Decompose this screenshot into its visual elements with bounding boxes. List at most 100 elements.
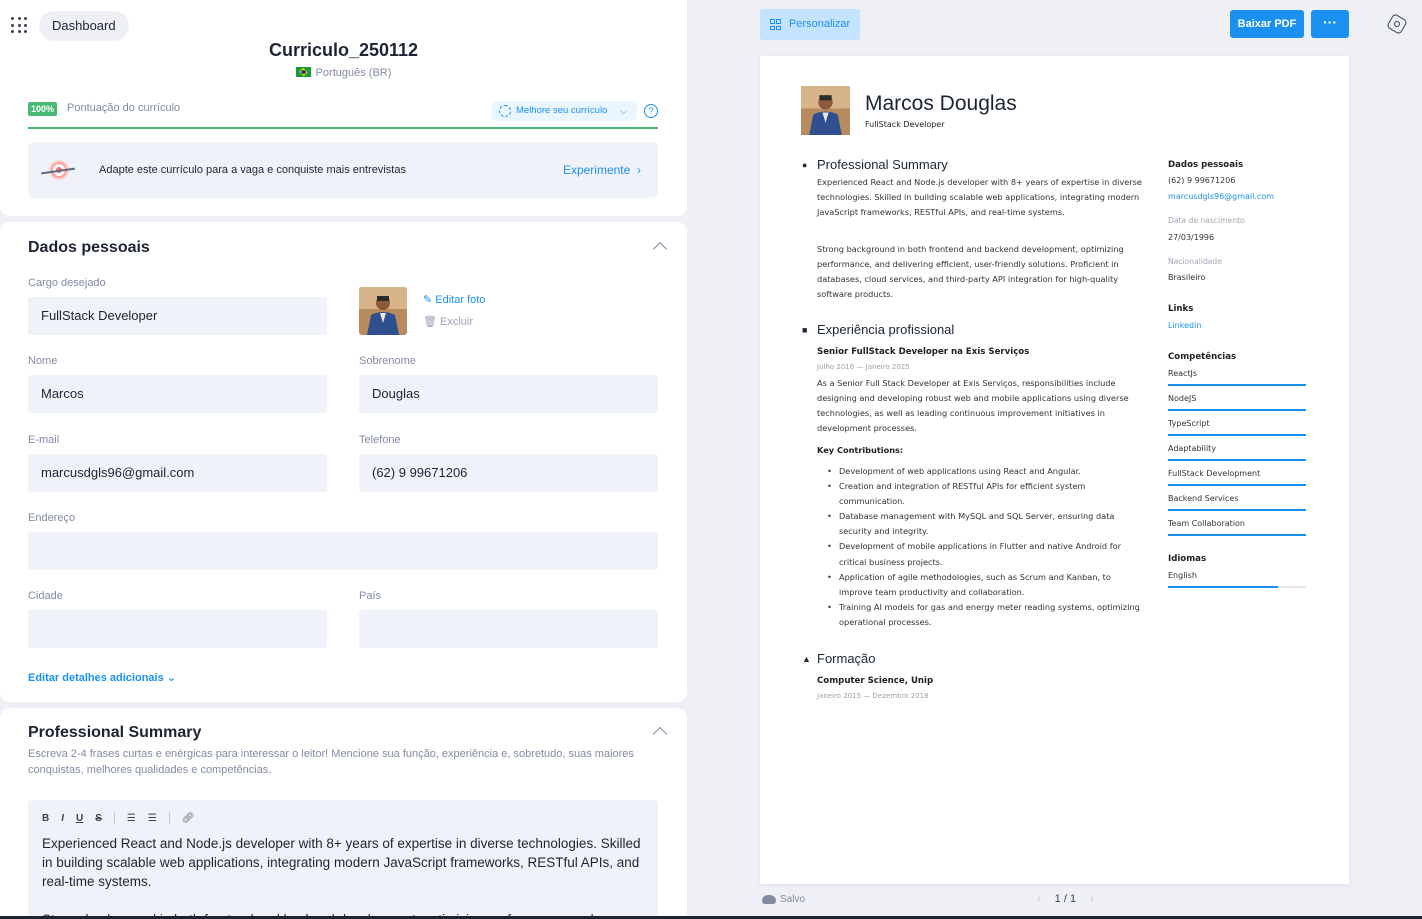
city-field[interactable]	[28, 610, 327, 648]
cv-language-item: English	[1168, 571, 1306, 588]
list-item: Application of agile methodologies, such…	[827, 570, 1145, 600]
score-label: Pontuação do currículo	[67, 102, 181, 114]
brazil-flag-icon	[295, 67, 311, 77]
summary-text-paragraph[interactable]: Experienced React and Node.js developer …	[42, 834, 642, 891]
cv-skill-level-fill	[1168, 534, 1306, 536]
cv-skill-item: ReactJs	[1168, 369, 1306, 386]
cv-experience-heading-text: Experiência profissional	[817, 322, 955, 337]
cv-skill-level-bar	[1168, 409, 1306, 411]
edit-additional-details-link[interactable]: Editar detalhes adicionais ⌄	[28, 671, 176, 684]
cv-name: Marcos Douglas	[865, 92, 1017, 115]
address-field[interactable]	[28, 532, 658, 570]
document-title[interactable]: Curriculo_250112	[0, 40, 687, 61]
cv-side-email: marcusdgls96@gmail.com	[1168, 192, 1275, 201]
chevron-down-icon: ⌵	[620, 106, 627, 116]
personalize-label: Personalizar	[789, 18, 851, 30]
cv-skill-item: Adaptability	[1168, 444, 1306, 461]
cv-skill-level-fill	[1168, 509, 1306, 511]
cv-skill-name: Team Collaboration	[1168, 519, 1246, 528]
cloud-icon	[762, 895, 776, 904]
apps-grid-icon[interactable]	[11, 17, 27, 33]
country-field[interactable]	[359, 610, 658, 648]
cv-education-heading-text: Formação	[817, 651, 876, 666]
dashboard-button[interactable]: Dashboard	[39, 11, 129, 41]
more-options-button[interactable]: ···	[1311, 10, 1349, 38]
language-selector[interactable]: Português (BR)	[0, 67, 687, 79]
cv-side-linkedin: Linkedin	[1168, 321, 1202, 330]
graduation-cap-icon: ▲	[802, 654, 811, 664]
numbered-list-icon[interactable]: ☰	[127, 813, 136, 824]
cv-summary-heading-text: Professional Summary	[817, 157, 948, 172]
personalize-button[interactable]: Personalizar	[760, 9, 860, 40]
desired-job-input[interactable]: FullStack Developer	[28, 297, 327, 335]
cv-skill-item: Backend Services	[1168, 494, 1306, 511]
resume-preview-page[interactable]: Marcos Douglas FullStack Developer ● Prof…	[760, 56, 1349, 884]
toolbar-divider	[168, 812, 170, 824]
cv-skill-level-bar	[1168, 434, 1306, 436]
cv-skill-level-fill	[1168, 459, 1306, 461]
editor-header-card: Dashboard Curriculo_250112 Português (BR…	[0, 0, 687, 216]
prev-page-icon[interactable]: ‹	[1037, 893, 1041, 905]
sparkle-icon	[499, 105, 511, 117]
phone-field[interactable]: (62) 9 99671206	[359, 454, 658, 492]
edit-photo-link[interactable]: ✎ Editar foto	[423, 293, 485, 306]
cv-skill-level-bar	[1168, 534, 1306, 536]
target-icon	[41, 158, 75, 182]
cv-skill-level-bar	[1168, 384, 1306, 386]
summary-rich-text-editor[interactable]: B I U S ☰ ☰ 🔗︎ Experienced React and Nod…	[28, 800, 658, 919]
delete-photo-link[interactable]: 🗑︎ Excluir	[423, 315, 473, 328]
cv-skill-item: TypeScript	[1168, 419, 1306, 436]
bold-button[interactable]: B	[42, 813, 49, 824]
cv-side-nationality-label: Nacionalidade	[1168, 257, 1222, 266]
cv-skill-name: Adaptability	[1168, 444, 1217, 453]
profile-photo[interactable]	[359, 287, 407, 335]
download-pdf-button[interactable]: Baixar PDF	[1230, 10, 1304, 38]
cv-summary-paragraph: Experienced React and Node.js developer …	[817, 177, 1142, 217]
tailor-promo-banner[interactable]: Adapte este currículo para a vaga e conq…	[28, 142, 658, 198]
cv-education-heading: ▲ Formação	[802, 651, 876, 666]
cv-skill-level-fill	[1168, 409, 1306, 411]
improve-resume-button[interactable]: Melhore seu currículo ⌵	[492, 101, 637, 121]
email-field[interactable]: marcusdgls96@gmail.com	[28, 454, 327, 492]
cv-job-title: Senior FullStack Developer na Exis Servi…	[817, 347, 1030, 357]
cv-language-name: English	[1168, 571, 1197, 580]
cv-side-nationality-value: Brasileiro	[1168, 273, 1206, 282]
cv-experience-heading: ■ Experiência profissional	[802, 322, 955, 337]
next-page-icon[interactable]: ›	[1090, 893, 1094, 905]
try-it-link[interactable]: Experimente ›	[563, 163, 641, 177]
cv-role: FullStack Developer	[865, 120, 945, 129]
first-name-label: Nome	[28, 355, 58, 367]
cv-skill-item: FullStack Development	[1168, 469, 1306, 486]
underline-button[interactable]: U	[76, 813, 83, 824]
strikethrough-button[interactable]: S	[95, 813, 102, 824]
personal-details-title: Dados pessoais	[28, 239, 150, 256]
cv-summary-heading: ● Professional Summary	[802, 157, 948, 172]
cv-job-date: Julho 2016 — Janeiro 2025	[817, 363, 910, 371]
cv-education-title: Computer Science, Unip	[817, 676, 934, 686]
page-indicator: 1 / 1	[1054, 893, 1077, 905]
cv-side-personal-title: Dados pessoais	[1168, 160, 1244, 170]
cv-education-date: Janeiro 2015 — Dezembro 2018	[817, 692, 929, 700]
italic-button[interactable]: I	[61, 813, 64, 824]
saved-status: Salvo	[762, 894, 805, 905]
cv-photo	[801, 86, 850, 135]
delete-photo-label: Excluir	[440, 316, 474, 328]
cv-skill-level-fill	[1168, 434, 1306, 436]
person-icon: ●	[802, 160, 808, 170]
cv-language-level-fill	[1168, 586, 1279, 588]
cv-side-links-title: Links	[1168, 304, 1194, 314]
bullet-list-icon[interactable]: ☰	[148, 813, 157, 824]
first-name-input[interactable]: Marcos	[28, 375, 327, 413]
help-icon[interactable]: ?	[644, 104, 658, 118]
try-it-label: Experimente	[562, 163, 631, 177]
settings-hexagon-icon[interactable]	[1386, 13, 1408, 35]
cv-skill-name: Backend Services	[1168, 494, 1239, 503]
cv-skill-item: NodeJS	[1168, 394, 1306, 411]
last-name-input[interactable]: Douglas	[359, 375, 658, 413]
link-icon[interactable]: 🔗︎	[182, 813, 195, 824]
list-item: Development of mobile applications in Fl…	[827, 539, 1145, 569]
list-item: Database management with MySQL and SQL S…	[827, 509, 1145, 539]
list-item: Development of web applications using Re…	[827, 464, 1145, 479]
preview-panel: Personalizar Baixar PDF ··· Marcos Dougl…	[687, 0, 1422, 919]
improve-resume-label: Melhore seu currículo	[516, 105, 608, 116]
